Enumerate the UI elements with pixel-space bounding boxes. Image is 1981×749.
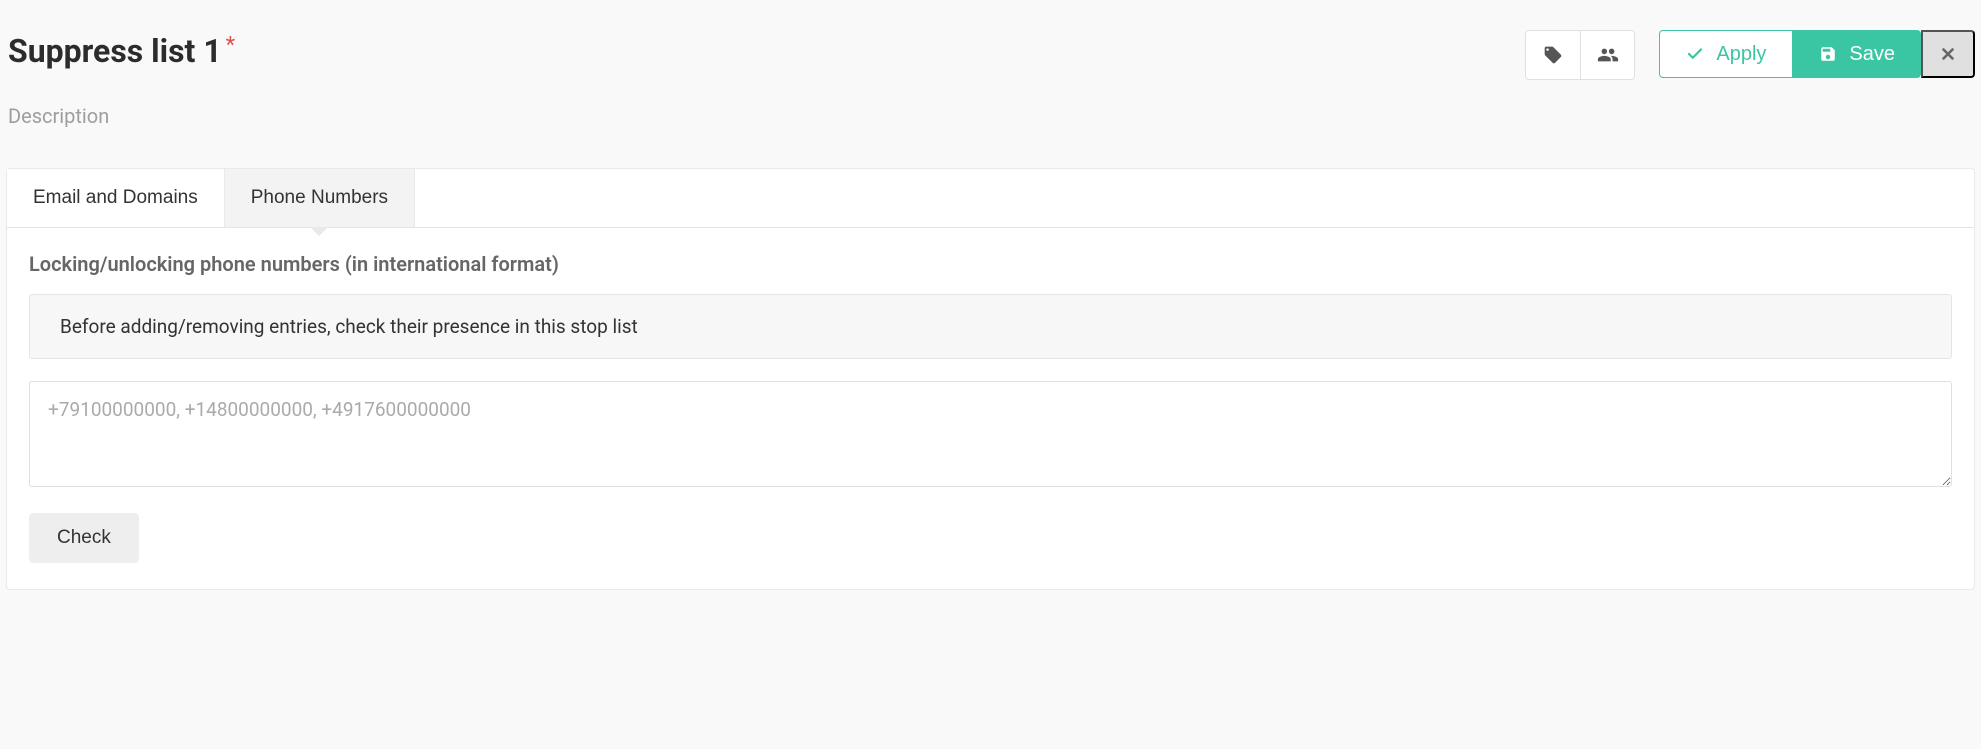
tabs: Email and Domains Phone Numbers xyxy=(6,168,1975,228)
section-label: Locking/unlocking phone numbers (in inte… xyxy=(29,252,1952,276)
required-asterisk: * xyxy=(226,33,235,58)
page-title-text: Suppress list 1 xyxy=(8,32,222,70)
apply-button[interactable]: Apply xyxy=(1659,30,1793,78)
users-icon xyxy=(1597,44,1619,66)
check-icon xyxy=(1686,45,1704,63)
tag-button[interactable] xyxy=(1526,31,1580,79)
check-button[interactable]: Check xyxy=(29,513,139,563)
save-icon xyxy=(1819,45,1837,63)
close-icon xyxy=(1939,45,1957,63)
close-button[interactable] xyxy=(1921,30,1975,78)
description-field[interactable]: Description xyxy=(6,104,1975,128)
tag-icon xyxy=(1543,45,1563,65)
page-title[interactable]: Suppress list 1* xyxy=(8,32,231,70)
phone-numbers-input[interactable] xyxy=(29,381,1952,487)
apply-label: Apply xyxy=(1716,43,1766,66)
phone-numbers-panel: Locking/unlocking phone numbers (in inte… xyxy=(6,228,1975,590)
save-button[interactable]: Save xyxy=(1793,30,1921,78)
tab-phone-numbers[interactable]: Phone Numbers xyxy=(225,169,415,227)
users-button[interactable] xyxy=(1580,31,1634,79)
info-box: Before adding/removing entries, check th… xyxy=(29,294,1952,359)
tab-email-domains[interactable]: Email and Domains xyxy=(7,169,225,227)
save-label: Save xyxy=(1849,43,1895,66)
toolbar: Apply Save xyxy=(1525,30,1975,80)
